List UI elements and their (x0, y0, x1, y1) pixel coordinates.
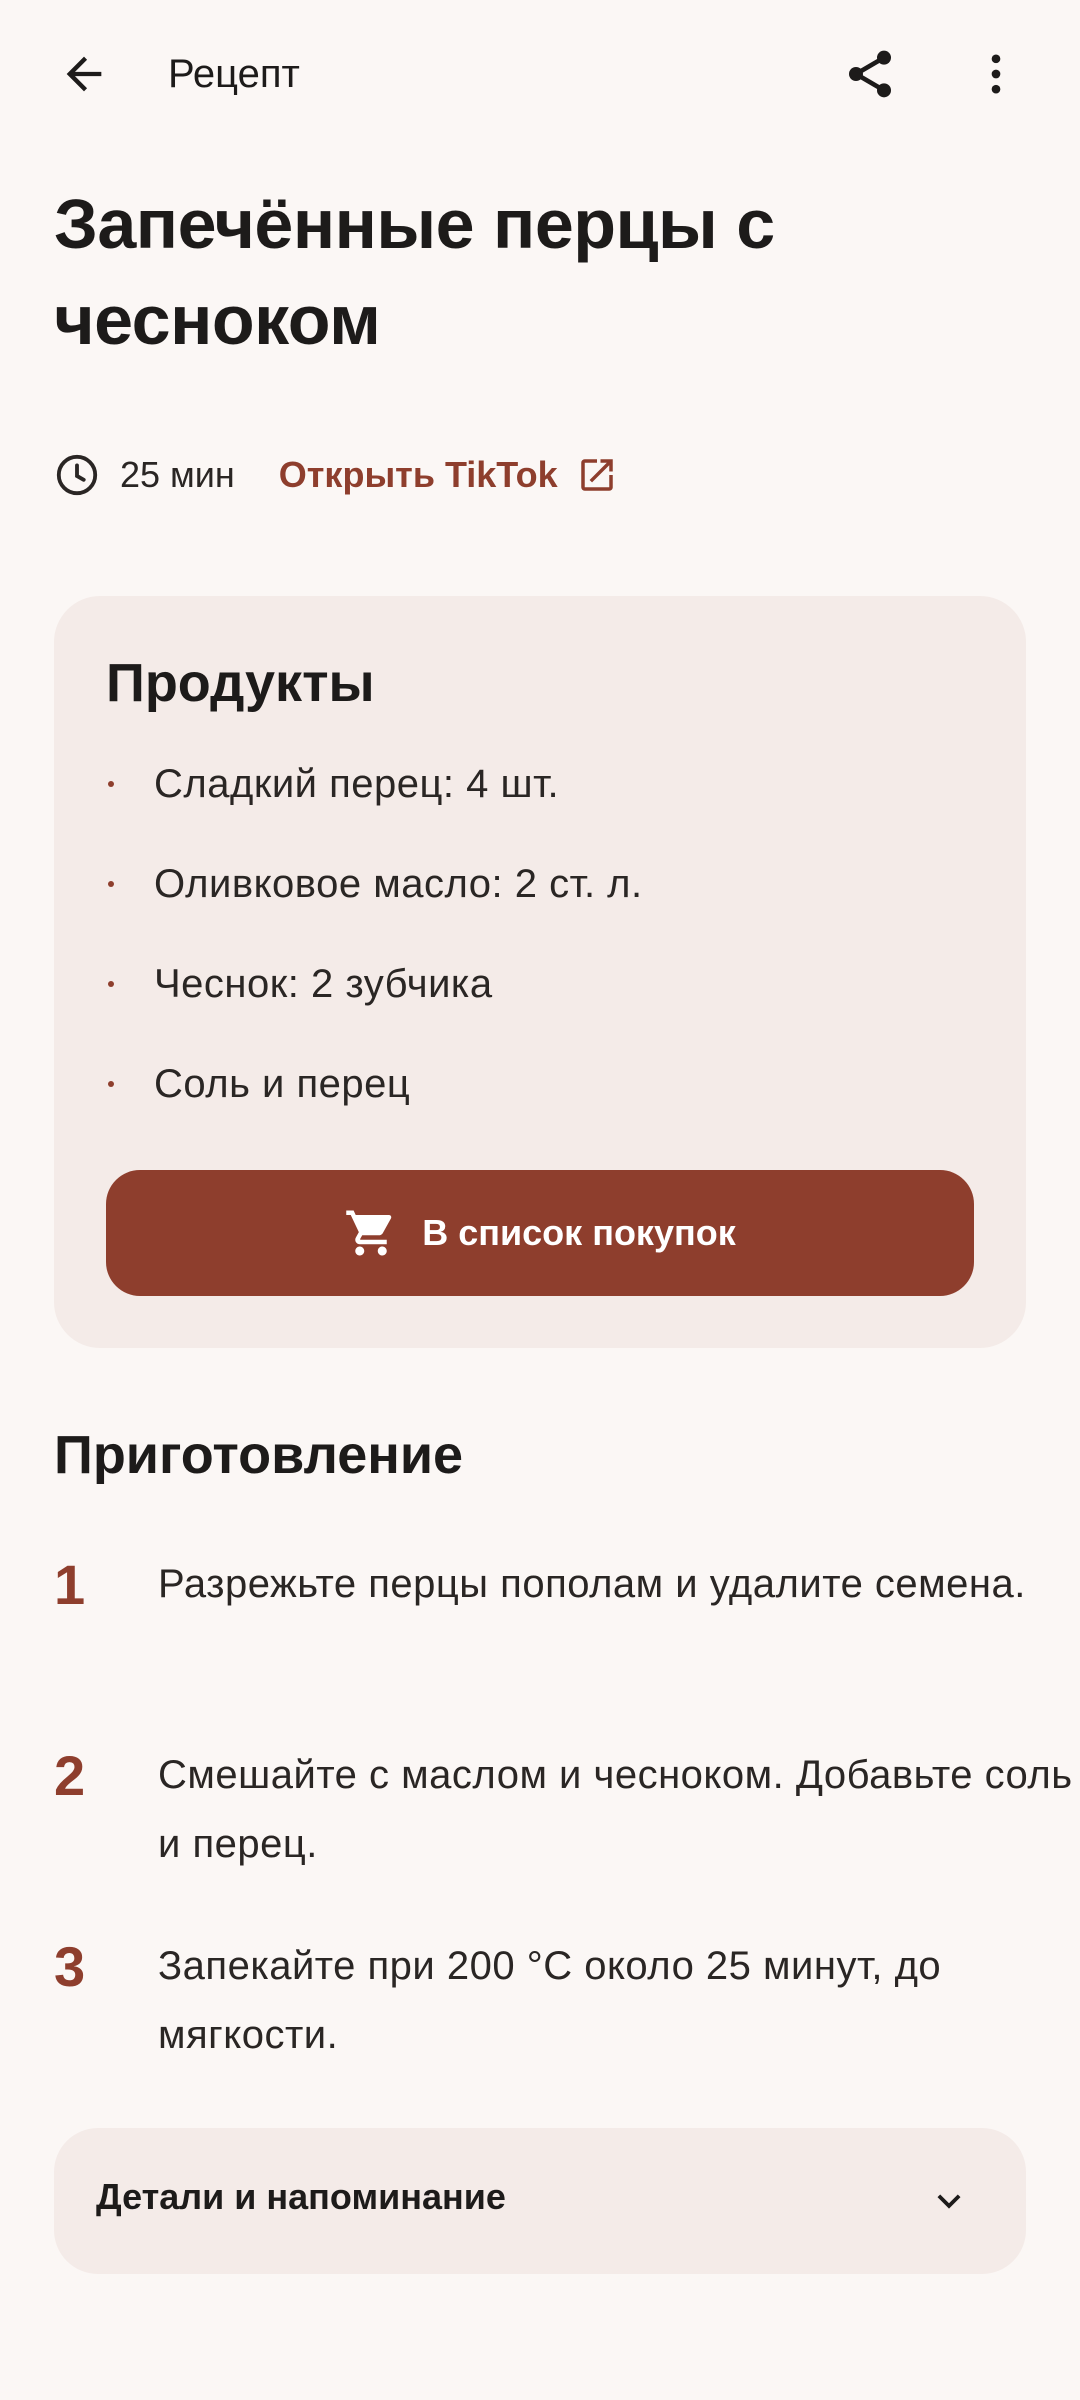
step-text: Разрежьте перцы пополам и удалите семена… (158, 1562, 1026, 1606)
ingredients-card: Продукты Сладкий перец: 4 шт. Оливковое … (54, 596, 1026, 1348)
details-reminder-label: Детали и напоминание (96, 2176, 506, 2217)
share-button[interactable] (828, 32, 912, 116)
open-tiktok-label: Открыть TikTok (278, 454, 558, 495)
ingredient-item: Чеснок: 2 зубчика (106, 954, 966, 1014)
clock-icon (54, 452, 100, 498)
more-vert-icon (991, 54, 1001, 94)
recipe-title: Запечённые перцы с чесноком (54, 185, 775, 359)
step-text: Смешайте с маслом и чесноком. Добавьте с… (158, 1753, 1073, 1866)
step-text: Запекайте при 200 °С около 25 минут, до … (158, 1944, 942, 2057)
ingredient-text: Оливковое масло: 2 ст. л. (154, 861, 643, 906)
arrow-left-icon (66, 56, 102, 92)
step-number: 1 (54, 1553, 86, 1616)
add-to-shopping-list-button[interactable]: В список покупок (106, 1170, 974, 1296)
cook-time: 25 мин (120, 454, 235, 495)
add-to-shopping-list-label: В список покупок (422, 1212, 736, 1253)
open-in-new-icon (576, 454, 618, 496)
details-reminder-expander[interactable]: Детали и напоминание (54, 2128, 1026, 2274)
ingredient-item: Соль и перец (106, 1054, 966, 1114)
top-app-bar: Рецепт (0, 0, 1080, 150)
step-number: 3 (54, 1935, 86, 1998)
ingredient-text: Сладкий перец: 4 шт. (154, 761, 560, 806)
step-number: 2 (54, 1744, 86, 1807)
bullet-icon (108, 981, 114, 987)
ingredient-text: Соль и перец (154, 1061, 411, 1106)
bullet-icon (108, 1081, 114, 1087)
back-button[interactable] (42, 32, 126, 116)
share-icon (849, 50, 891, 98)
steps-title: Приготовление (54, 1425, 464, 1485)
shopping-cart-icon (344, 1206, 398, 1260)
chevron-down-icon (926, 2178, 972, 2224)
more-options-button[interactable] (954, 32, 1038, 116)
ingredient-text: Чеснок: 2 зубчика (154, 961, 493, 1006)
recipe-meta: 25 мин Открыть TikTok (54, 442, 618, 508)
open-tiktok-link[interactable]: Открыть TikTok (279, 454, 618, 496)
ingredient-item: Оливковое масло: 2 ст. л. (106, 854, 966, 914)
screen-title: Рецепт (168, 52, 300, 96)
ingredients-title: Продукты (106, 653, 375, 713)
bullet-icon (108, 881, 114, 887)
ingredient-item: Сладкий перец: 4 шт. (106, 754, 966, 814)
bullet-icon (108, 781, 114, 787)
